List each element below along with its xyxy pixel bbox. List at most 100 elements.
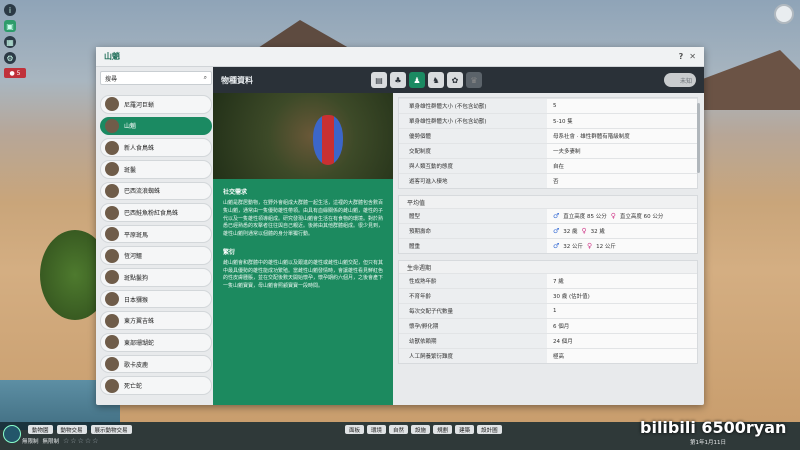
social-text: 山魈是群居動物，在野外會組成大群體一起生活，這裡的大群體包含數百隻山魈，通常由一…: [223, 200, 384, 237]
build-menu: 面板 環境 自然 設施 規劃 建築 設計圖: [345, 425, 502, 434]
window-titlebar: 山魈 ? ✕: [96, 47, 704, 67]
search-icon[interactable]: ⌕: [204, 74, 207, 82]
species-list-item[interactable]: 歌卡皮鹿: [100, 354, 212, 374]
species-list-item[interactable]: 斑鬣: [100, 159, 212, 179]
scrollbar[interactable]: [697, 103, 700, 173]
stat-value: 否: [553, 179, 559, 185]
species-list-item[interactable]: 新人食鳥蛛: [100, 138, 212, 157]
animal-avatar: [105, 97, 119, 112]
animal-avatar: [105, 248, 119, 263]
search-placeholder: 搜尋: [105, 75, 118, 83]
tab-info-icon[interactable]: ▤: [371, 72, 387, 88]
animal-photo: [213, 93, 393, 179]
build-menu-button[interactable]: 自然: [389, 425, 409, 434]
build-menu-button[interactable]: 設施: [411, 425, 431, 434]
female-icon: ♀: [581, 227, 587, 235]
build-menu-button[interactable]: 規劃: [433, 425, 453, 434]
species-list-item[interactable]: 恆河鱷: [100, 246, 212, 266]
male-value: 32 歲: [563, 229, 578, 235]
stat-row: 單身雄性群體大小 (不包含幼獸) 5: [399, 98, 697, 113]
species-list-item[interactable]: 斑點鬣狗: [100, 268, 212, 287]
stat-value: 5: [553, 103, 557, 109]
stat-row: 預期壽命 ♂ 32 歲 ♀ 32 歲: [399, 223, 697, 238]
left-toolbar: i ▣ ▦ ⚙ ● 5: [4, 4, 26, 78]
watermark: bilibili 6500ryan: [640, 418, 787, 437]
unknown-toggle[interactable]: 未知: [664, 73, 696, 87]
average-section: 平均值 體型 ♂ 直立高度 85 公分 ♀ 直立高度 60 公分 預期壽命 ♂ 32 歲 ♀ 32…: [398, 195, 698, 254]
species-list-item[interactable]: 山魈: [100, 116, 212, 136]
stat-label: 單身雄性群體大小 (不包含幼獸): [399, 99, 547, 113]
stat-row: 性成熟年齡 7 歲: [399, 273, 697, 288]
staff-alert-icon[interactable]: ● 5: [4, 68, 26, 78]
exhibit-trade-button[interactable]: 展示動物交易: [90, 425, 132, 434]
male-icon: ♂: [553, 227, 560, 235]
male-icon: ♂: [553, 242, 560, 250]
zoo-button[interactable]: 動物園: [28, 425, 53, 434]
research-status: 無限制: [42, 439, 60, 445]
species-list-item[interactable]: 東部珊瑚蛇: [100, 333, 212, 352]
stat-label: 人工飼養繁衍難度: [399, 349, 547, 363]
species-list-item[interactable]: 巴西流浪蜘蛛: [100, 181, 212, 201]
stat-value: ♂ 直立高度 85 公分 ♀ 直立高度 60 公分: [547, 209, 697, 223]
calendar-icon[interactable]: ▦: [4, 36, 16, 48]
stat-row: 幼獸依賴期 24 個月: [399, 333, 697, 348]
stat-value: ♂ 32 公斤 ♀ 12 公斤: [547, 239, 697, 253]
stat-label: 遊客可進入棲地: [399, 174, 547, 188]
species-list-item[interactable]: 巴西鮭魚粉紅食鳥蛛: [100, 203, 212, 222]
category-tabs: ▤ ♣ ♟ ♞ ✿ ♛: [371, 72, 482, 88]
search-input[interactable]: 搜尋 ⌕: [100, 71, 212, 85]
stat-row: 遊客可進入棲地否: [399, 173, 697, 188]
gear-icon[interactable]: ⚙: [4, 52, 16, 64]
species-window: 山魈 ? ✕ 搜尋 ⌕ 尼羅河巨蜥 山魈 新人食鳥蛛 斑鬣 巴西流浪蜘蛛 巴西鮭魚粉紅食鳥…: [96, 47, 704, 405]
build-menu-button[interactable]: 面板: [345, 425, 365, 434]
stat-row: 懷孕/孵化期 6 個月: [399, 318, 697, 333]
species-name: 歌卡皮鹿: [124, 361, 149, 369]
species-list-item[interactable]: 尼羅河巨蜥: [100, 95, 212, 114]
tab-enrichment-icon[interactable]: ♞: [428, 72, 444, 88]
build-menu-button[interactable]: 設計圖: [477, 425, 502, 434]
info-icon[interactable]: i: [4, 4, 16, 16]
animal-avatar: [105, 118, 119, 133]
animal-avatar: [105, 205, 119, 220]
species-name: 新人食鳥蛛: [124, 145, 155, 153]
stat-row: 不育年齡 30 歲 (估計值): [399, 288, 697, 303]
zoo-icon[interactable]: ▣: [4, 20, 16, 32]
stat-label: 幼獸依賴期: [399, 334, 547, 348]
animal-avatar: [105, 270, 119, 285]
female-icon: ♀: [587, 242, 593, 250]
animal-trade-button[interactable]: 動物交易: [56, 425, 87, 434]
species-name: 東方翼吉蛛: [124, 318, 155, 326]
game-date: 第1年1月11日: [690, 440, 726, 446]
tab-social-icon[interactable]: ♟: [409, 72, 425, 88]
stat-value: 7 歲: [553, 279, 564, 285]
group-section: 單身雄性群體大小 (不包含幼獸) 5 單身雄性群體大小 (不包含幼獸) 5-10 隻優…: [398, 97, 698, 189]
build-menu-button[interactable]: 環境: [367, 425, 387, 434]
window-title: 山魈: [104, 52, 120, 61]
stat-label: 體型: [399, 209, 547, 223]
species-list-item[interactable]: 死亡蛇: [100, 376, 212, 395]
stat-row: 與人類互動的態度 自在: [399, 158, 697, 173]
species-name: 斑點鬣狗: [124, 274, 149, 282]
globe-icon[interactable]: [3, 425, 21, 443]
female-value: 直立高度 60 公分: [619, 214, 664, 220]
stat-value: 母系社會 · 雄性群體有階級制度: [553, 134, 630, 140]
tab-trophy-icon[interactable]: ♛: [466, 72, 482, 88]
average-heading: 平均值: [399, 196, 697, 208]
species-list-item[interactable]: 日本獼猴: [100, 289, 212, 309]
stat-value: 30 歲 (估計值): [553, 294, 590, 300]
stat-value: ♂ 32 歲 ♀ 32 歲: [547, 224, 697, 238]
close-button[interactable]: ✕: [689, 52, 696, 61]
male-icon: ♂: [553, 212, 560, 220]
species-list-item[interactable]: 東方翼吉蛛: [100, 311, 212, 331]
help-button[interactable]: ?: [679, 52, 684, 61]
species-name: 巴西流浪蜘蛛: [124, 188, 161, 196]
breeding-text: 雌山魈會和群體中的雄性山魈以及跟進的雄性或雌性山魈交配，但只有其中最具優勢的雄性…: [223, 259, 384, 289]
species-list: 搜尋 ⌕ 尼羅河巨蜥山魈新人食鳥蛛斑鬣巴西流浪蜘蛛巴西鮭魚粉紅食鳥蛛 平原斑馬 恆河…: [100, 71, 212, 401]
species-name: 日本獼猴: [124, 296, 149, 304]
tab-habitat-icon[interactable]: ♣: [390, 72, 406, 88]
stat-label: 懷孕/孵化期: [399, 319, 547, 333]
guest-icon[interactable]: [774, 4, 794, 24]
tab-paw-icon[interactable]: ✿: [447, 72, 463, 88]
species-list-item[interactable]: 平原斑馬: [100, 224, 212, 244]
build-menu-button[interactable]: 建築: [455, 425, 475, 434]
